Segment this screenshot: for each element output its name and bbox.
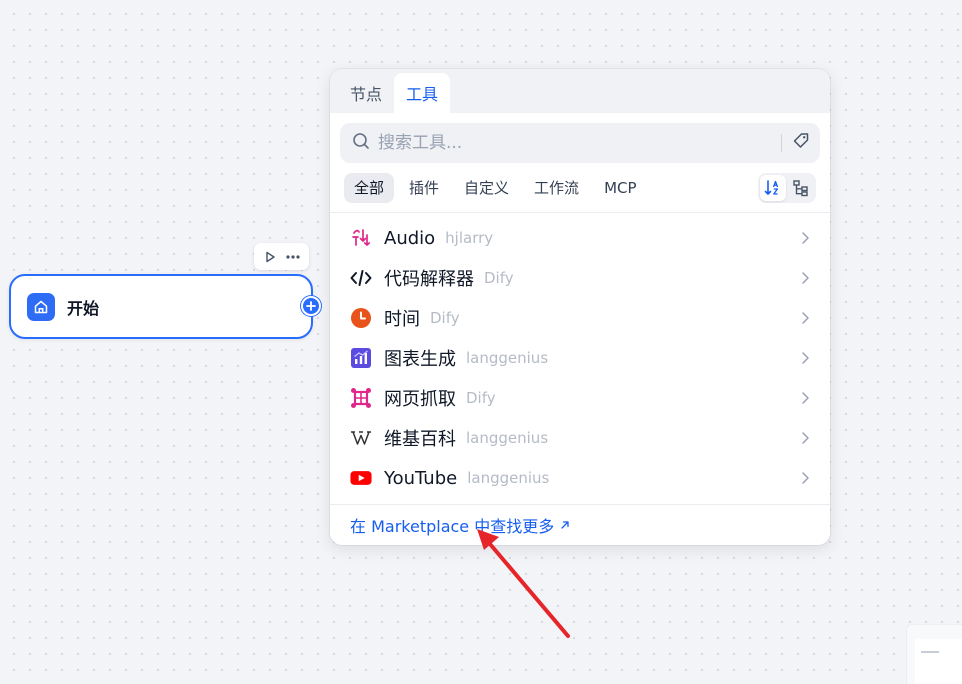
chevron-right-icon bbox=[800, 391, 810, 405]
chevron-right-icon bbox=[800, 231, 810, 245]
start-node[interactable]: 开始 bbox=[9, 274, 321, 339]
search-divider bbox=[781, 134, 782, 152]
tool-item-code-interpreter[interactable]: 代码解释器 Dify bbox=[330, 258, 830, 298]
tool-author: Dify bbox=[430, 309, 460, 327]
sort-az-icon[interactable] bbox=[760, 174, 786, 201]
tool-author: langgenius bbox=[466, 429, 549, 447]
tab-nodes[interactable]: 节点 bbox=[338, 73, 394, 113]
filter-workflow[interactable]: 工作流 bbox=[524, 173, 589, 203]
add-node-button[interactable] bbox=[301, 296, 321, 316]
tool-author: hjlarry bbox=[445, 229, 494, 247]
panel-tabs: 节点 工具 bbox=[330, 69, 830, 113]
tool-item-audio[interactable]: Audio hjlarry bbox=[330, 218, 830, 258]
audio-icon bbox=[350, 227, 372, 249]
panel-footer: 在 Marketplace 中查找更多 bbox=[330, 504, 830, 545]
tool-author: Dify bbox=[466, 389, 496, 407]
chevron-right-icon bbox=[800, 271, 810, 285]
search-input[interactable] bbox=[378, 133, 771, 153]
view-toggle bbox=[758, 172, 816, 203]
tag-filter-icon[interactable] bbox=[792, 132, 810, 154]
minimap[interactable] bbox=[906, 624, 962, 684]
search-icon bbox=[352, 132, 370, 154]
tool-list: Audio hjlarry 代码解释器 Dify 时间 Dify 图表生成 la… bbox=[330, 213, 830, 498]
start-node-title: 开始 bbox=[67, 298, 100, 318]
filter-plugins[interactable]: 插件 bbox=[399, 173, 449, 203]
tool-name: Audio bbox=[384, 227, 436, 249]
tool-author: langgenius bbox=[467, 469, 550, 487]
chevron-right-icon bbox=[800, 351, 810, 365]
tool-name: 代码解释器 bbox=[384, 269, 474, 290]
minimap-node bbox=[921, 651, 939, 653]
minimap-viewport bbox=[915, 639, 962, 684]
youtube-icon bbox=[350, 467, 372, 489]
code-icon bbox=[350, 267, 372, 289]
marketplace-link[interactable]: 在 Marketplace 中查找更多 bbox=[350, 513, 570, 537]
tool-item-web-scraper[interactable]: 网页抓取 Dify bbox=[330, 378, 830, 418]
wikipedia-icon bbox=[350, 427, 372, 449]
filter-mcp[interactable]: MCP bbox=[594, 173, 646, 203]
tab-tools[interactable]: 工具 bbox=[394, 73, 451, 113]
tool-author: Dify bbox=[484, 269, 514, 287]
tool-name: 网页抓取 bbox=[384, 389, 456, 410]
chevron-right-icon bbox=[800, 431, 810, 445]
block-selector-panel: 节点 工具 全部 插件 自定义 工作流 MCP bbox=[330, 69, 830, 545]
tool-name: YouTube bbox=[384, 467, 458, 489]
clock-icon bbox=[350, 307, 372, 329]
play-icon[interactable] bbox=[260, 247, 280, 267]
more-icon[interactable] bbox=[283, 247, 303, 267]
tool-item-youtube[interactable]: YouTube langgenius bbox=[330, 458, 830, 498]
filter-custom[interactable]: 自定义 bbox=[454, 173, 519, 203]
filter-all[interactable]: 全部 bbox=[344, 172, 395, 203]
chevron-right-icon bbox=[800, 311, 810, 325]
search-box bbox=[340, 123, 820, 163]
tool-type-filters: 全部 插件 自定义 工作流 MCP bbox=[330, 163, 830, 213]
tool-name: 维基百科 bbox=[384, 429, 456, 450]
tool-item-time[interactable]: 时间 Dify bbox=[330, 298, 830, 338]
external-link-icon bbox=[560, 520, 570, 530]
node-toolbar bbox=[254, 243, 309, 270]
chevron-right-icon bbox=[800, 471, 810, 485]
tool-item-chart-generator[interactable]: 图表生成 langgenius bbox=[330, 338, 830, 378]
tool-name: 图表生成 bbox=[384, 349, 456, 370]
tool-name: 时间 bbox=[384, 309, 420, 330]
tool-author: langgenius bbox=[466, 349, 549, 367]
marketplace-link-label: 在 Marketplace 中查找更多 bbox=[350, 517, 555, 536]
tool-item-wikipedia[interactable]: 维基百科 langgenius bbox=[330, 418, 830, 458]
home-icon bbox=[27, 292, 55, 321]
tree-view-icon[interactable] bbox=[788, 175, 814, 201]
chart-icon bbox=[350, 347, 372, 369]
web-scraper-icon bbox=[350, 387, 372, 409]
